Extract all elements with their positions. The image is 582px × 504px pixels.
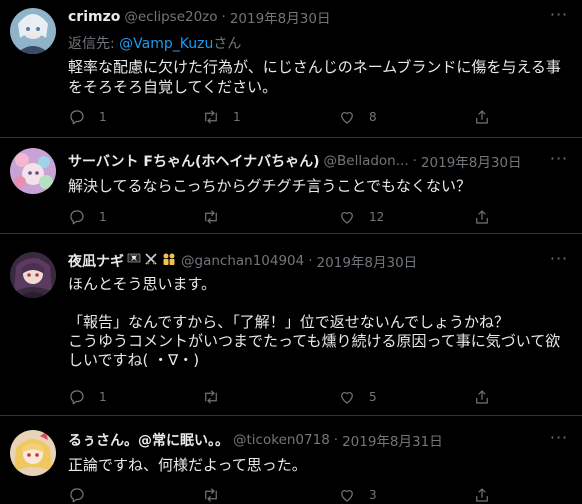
like-button[interactable]: 5 xyxy=(338,388,379,406)
like-icon xyxy=(341,212,353,224)
tweet-actions: 1 12 xyxy=(68,208,502,228)
tweet-date[interactable]: 2019年8月31日 xyxy=(342,430,443,450)
reply-button[interactable]: 1 xyxy=(68,208,109,226)
crossed-swords-icon xyxy=(144,252,158,270)
retweet-count: 1 xyxy=(233,110,241,124)
reply-button[interactable]: 1 xyxy=(68,388,109,406)
reply-mention-link[interactable]: @Vamp_Kuzu xyxy=(119,36,213,52)
like-count: 5 xyxy=(369,390,377,404)
retweet-button[interactable] xyxy=(202,208,243,226)
share-button[interactable] xyxy=(473,486,491,504)
like-button[interactable]: 12 xyxy=(338,208,384,226)
retweet-icon xyxy=(205,110,217,124)
tweet-text: ほんとそう思います。 「報告」なんですから、「了解！」位で返せないんでしょうかね… xyxy=(68,275,561,369)
tweet-feed: crimzo @eclipse20zo · 2019年8月30日 ··· 返信先… xyxy=(0,0,582,504)
reply-button[interactable] xyxy=(68,486,109,504)
separator-dot: · xyxy=(308,253,313,269)
reply-icon xyxy=(70,110,84,125)
tweet-text: 軽率な配慮に欠けた行為が、にじさんじのネームブランドに傷を与える事 をそろそろ自… xyxy=(68,58,561,96)
tweet-date[interactable]: 2019年8月30日 xyxy=(421,151,522,171)
retweet-icon xyxy=(205,488,217,502)
more-icon[interactable]: ··· xyxy=(548,7,570,28)
reply-count: 1 xyxy=(99,210,107,224)
tweet-header: 夜凪ナギ @ganchan104904 · 2019年8月30日 xyxy=(68,251,538,271)
tweet-text: 解決してるならこっちからグチグチ言うことでもなくない？ xyxy=(68,177,472,195)
tweet-header: サーバント Fちゃん(ホヘイナバちゃん) @Belladon... · 2019… xyxy=(68,151,538,171)
like-button[interactable]: 3 xyxy=(338,486,379,504)
like-icon xyxy=(341,112,353,124)
share-button[interactable] xyxy=(473,208,491,226)
more-icon[interactable]: ··· xyxy=(548,251,570,272)
like-count: 12 xyxy=(369,210,385,224)
reply-prefix: 返信先: xyxy=(68,36,120,52)
reply-icon xyxy=(70,488,84,503)
tweet[interactable]: crimzo @eclipse20zo · 2019年8月30日 ··· 返信先… xyxy=(0,0,582,138)
reply-icon xyxy=(70,210,84,225)
like-icon xyxy=(341,490,353,502)
retweet-button[interactable] xyxy=(202,486,243,504)
like-count: 8 xyxy=(369,110,377,124)
separator-dot: · xyxy=(412,153,417,169)
share-icon xyxy=(476,390,488,404)
reply-context: 返信先: @Vamp_Kuzuさん xyxy=(68,33,241,53)
pirate-flag-icon xyxy=(127,252,141,270)
avatar[interactable] xyxy=(10,430,56,476)
retweet-button[interactable] xyxy=(202,388,243,406)
reply-button[interactable]: 1 xyxy=(68,108,109,126)
reply-suffix: さん xyxy=(213,36,242,52)
tweet-date[interactable]: 2019年8月30日 xyxy=(317,251,418,271)
retweet-icon xyxy=(205,210,217,224)
tweet[interactable]: サーバント Fちゃん(ホヘイナバちゃん) @Belladon... · 2019… xyxy=(0,138,582,234)
retweet-button[interactable]: 1 xyxy=(202,108,243,126)
user-handle[interactable]: @eclipse20zo xyxy=(124,9,217,25)
reply-count: 1 xyxy=(99,110,107,124)
tweet-header: crimzo @eclipse20zo · 2019年8月30日 xyxy=(68,7,538,27)
display-name[interactable]: 夜凪ナギ xyxy=(68,251,124,271)
avatar[interactable] xyxy=(10,148,56,194)
tweet-actions: 1 1 8 xyxy=(68,108,502,128)
avatar[interactable] xyxy=(10,252,56,298)
more-icon[interactable]: ··· xyxy=(548,151,570,172)
display-name[interactable]: crimzo xyxy=(68,9,120,25)
tweet[interactable]: るぅさん。@常に眠い。。 @ticoken0718 · 2019年8月31日 ·… xyxy=(0,416,582,504)
reply-count: 1 xyxy=(99,390,107,404)
avatar[interactable] xyxy=(10,8,56,54)
user-handle[interactable]: @ganchan104904 xyxy=(181,253,304,269)
user-handle[interactable]: @Belladon... xyxy=(324,153,409,169)
share-icon xyxy=(476,210,488,224)
share-button[interactable] xyxy=(473,388,491,406)
like-icon xyxy=(341,392,353,404)
tweet-date[interactable]: 2019年8月30日 xyxy=(230,7,331,27)
user-handle[interactable]: @ticoken0718 xyxy=(233,432,330,448)
share-button[interactable] xyxy=(473,108,491,126)
tweet-header: るぅさん。@常に眠い。。 @ticoken0718 · 2019年8月31日 xyxy=(68,430,538,450)
separator-dot: · xyxy=(221,9,226,25)
like-button[interactable]: 8 xyxy=(338,108,379,126)
separator-dot: · xyxy=(333,432,339,448)
tweet-actions: 1 5 xyxy=(68,388,502,408)
tweet[interactable]: 夜凪ナギ @ganchan104904 · 2019年8月30日 ··· ほんと… xyxy=(0,234,582,416)
more-icon[interactable]: ··· xyxy=(548,430,570,451)
display-name[interactable]: サーバント Fちゃん(ホヘイナバちゃん) xyxy=(68,151,320,171)
share-icon xyxy=(476,488,488,502)
people-icon xyxy=(161,252,177,270)
reply-icon xyxy=(70,390,84,405)
like-count: 3 xyxy=(369,488,377,502)
share-icon xyxy=(476,110,488,124)
retweet-icon xyxy=(205,390,217,404)
display-name[interactable]: るぅさん。@常に眠い。。 xyxy=(68,430,229,450)
tweet-actions: 3 xyxy=(68,486,502,504)
tweet-text: 正論ですね、何様だよって思った。 xyxy=(68,456,307,474)
